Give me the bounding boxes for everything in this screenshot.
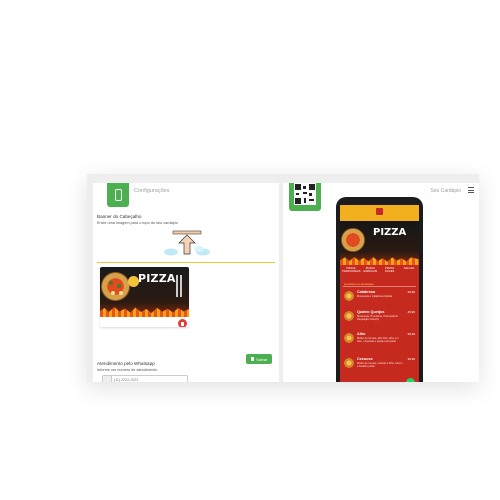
whatsapp-icon[interactable] xyxy=(406,378,415,382)
whatsapp-field[interactable] xyxy=(102,375,188,382)
save-label: Salvar xyxy=(256,356,268,362)
menu-item[interactable]: Alho Molho de tomate, alho frito, alho e… xyxy=(342,332,418,352)
menu-icon[interactable] xyxy=(468,187,474,193)
fork-icon xyxy=(176,275,178,297)
item-price: 39,90 xyxy=(407,357,415,361)
qr-code-badge[interactable] xyxy=(289,183,321,211)
restaurant-logo xyxy=(376,208,383,215)
knife-icon xyxy=(180,275,182,297)
item-description: Mussarela e Calabresa fatiada xyxy=(357,295,393,298)
flames-decoration xyxy=(100,307,189,317)
phone-screen: PIZZA PIZZAS TRADICIONAIS PIZZAS ESPECIA… xyxy=(340,205,419,382)
save-icon xyxy=(250,357,255,361)
menu-preview-title: Seu Cardápio xyxy=(430,188,461,194)
item-name: Quatro Queijos xyxy=(357,310,385,314)
category-tab[interactable]: PIZZAS TRADICIONAIS xyxy=(342,267,360,273)
mobile-icon-badge[interactable] xyxy=(107,183,129,207)
item-description: Molho de tomate, Cebola e Alho, bacon e … xyxy=(357,362,403,369)
pizza-image xyxy=(101,272,130,301)
item-price: 39,90 xyxy=(407,290,415,294)
item-price: 39,90 xyxy=(407,332,415,336)
phone-prefix-icon xyxy=(103,376,112,382)
item-description: Mussarela, Provolone, Parmesão E Requeij… xyxy=(357,315,398,322)
item-thumbnail xyxy=(344,333,354,343)
whatsapp-section-description: Informe um numero de atendimento xyxy=(97,368,158,372)
item-thumbnail xyxy=(344,291,354,301)
banner-word: PIZZA xyxy=(138,272,176,285)
phone-mockup: PIZZA PIZZAS TRADICIONAIS PIZZAS ESPECIA… xyxy=(336,197,423,382)
pizza-image xyxy=(341,228,365,252)
item-price: 49,90 xyxy=(407,310,415,314)
preview-panel: Seu Cardápio PIZZA PIZZAS TRADICIONAIS P… xyxy=(283,183,479,382)
item-name: Calabresa xyxy=(357,290,376,294)
stage: Configurações Banner do Cabeçalho Envie … xyxy=(0,0,500,500)
trash-icon xyxy=(181,321,184,326)
menu-item[interactable]: Quatro Queijos Mussarela, Provolone, Par… xyxy=(342,310,418,330)
whatsapp-input[interactable] xyxy=(114,377,184,382)
banner-section-description: Envie uma imagem para o topo do seu card… xyxy=(97,221,178,225)
category-tabs: PIZZAS TRADICIONAIS PIZZAS ESPECIAIS PIZ… xyxy=(342,267,418,273)
category-tab[interactable]: PIZZAS DOCES xyxy=(381,267,399,273)
item-thumbnail xyxy=(344,358,354,368)
category-tab[interactable]: SALGAD xyxy=(400,267,418,273)
banner-preview: PIZZA xyxy=(100,267,189,327)
app-window: Configurações Banner do Cabeçalho Envie … xyxy=(87,174,479,382)
category-tab[interactable]: PIZZAS ESPECIAIS xyxy=(361,267,379,273)
delete-banner-button[interactable] xyxy=(178,319,187,327)
menu-item[interactable]: Cecucoz Molho de tomate, Cebola e Alho, … xyxy=(342,357,418,377)
banner-image: PIZZA xyxy=(100,267,189,317)
item-description: Molho de tomate, alho frito, alho em óle… xyxy=(357,337,399,344)
qr-code-icon xyxy=(294,183,316,205)
item-name: Cecucoz xyxy=(357,357,373,361)
banner-section-title: Banner do Cabeçalho xyxy=(97,214,142,219)
flames-decoration xyxy=(340,257,419,265)
section-divider xyxy=(97,262,275,263)
upload-cloud-icon[interactable] xyxy=(163,227,211,257)
save-button[interactable]: Salvar xyxy=(246,354,272,364)
menu-banner: PIZZA xyxy=(340,221,419,265)
settings-title: Configurações xyxy=(134,188,170,194)
item-thumbnail xyxy=(344,311,354,321)
menu-item[interactable]: Calabresa Mussarela e Calabresa fatiada … xyxy=(342,290,418,310)
mobile-icon xyxy=(114,189,122,201)
item-name: Alho xyxy=(357,332,366,336)
menu-banner-word: PIZZA xyxy=(373,227,407,238)
whatsapp-section-title: Atendimento pelo Whatsapp xyxy=(97,361,155,366)
settings-panel: Configurações Banner do Cabeçalho Envie … xyxy=(93,183,279,382)
menu-header xyxy=(340,205,419,221)
